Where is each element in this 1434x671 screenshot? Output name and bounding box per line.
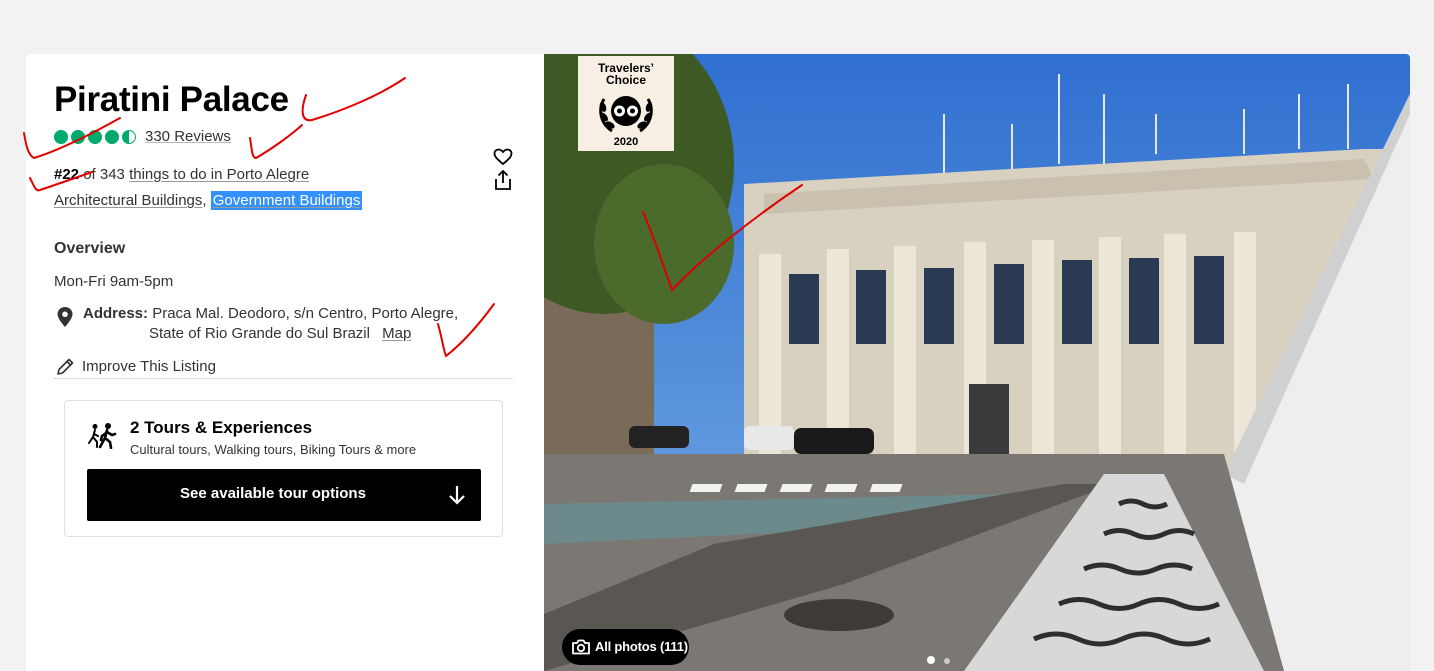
tours-subtitle: Cultural tours, Walking tours, Biking To…	[130, 442, 417, 457]
walking-people-icon	[88, 423, 117, 449]
tours-box: 2 Tours & Experiences Cultural tours, Wa…	[64, 400, 503, 537]
carousel-dot[interactable]	[944, 658, 950, 664]
address-text: Address: Praca Mal. Deodoro, s/n Centro,…	[83, 304, 503, 344]
map-pin-icon	[57, 307, 73, 327]
opening-hours: Mon-Fri 9am-5pm	[54, 273, 174, 290]
page-title: Piratini Palace	[54, 80, 289, 119]
tours-title: 2 Tours & Experiences	[130, 418, 313, 437]
rating-bubble-icon	[105, 129, 119, 144]
badge-title: Travelers’ Choice	[578, 62, 674, 86]
category-link-architectural[interactable]: Architectural Buildings	[54, 192, 202, 209]
address-label: Address:	[83, 305, 149, 322]
save-button[interactable]	[493, 148, 513, 171]
address-line-2: State of Rio Grande do Sul Brazil	[149, 325, 370, 342]
improve-listing-link[interactable]: Improve This Listing	[54, 356, 514, 379]
attraction-info-panel: Piratini Palace 330 Reviews #22 of 343 t…	[26, 54, 544, 671]
hero-photo[interactable]: Travelers’ Choice 2020 All photos (111)	[544, 54, 1410, 671]
things-to-do-link[interactable]: things to do in Porto Alegre	[129, 166, 309, 183]
rating-bubble-icon	[71, 129, 85, 144]
rating-half-bubble-icon	[122, 129, 136, 144]
overview-heading: Overview	[54, 240, 126, 257]
ranking-text: #22 of 343 things to do in Porto Alegre	[54, 166, 309, 183]
improve-listing-label: Improve This Listing	[82, 358, 216, 375]
category-separator: ,	[202, 192, 211, 209]
category-link-government[interactable]: Government Buildings	[210, 191, 363, 210]
see-tour-options-button[interactable]: See available tour options	[87, 469, 481, 521]
carousel-dots[interactable]	[927, 651, 959, 669]
map-link[interactable]: Map	[382, 325, 411, 342]
pencil-icon	[57, 358, 74, 375]
arrow-down-icon	[449, 486, 465, 505]
all-photos-label: All photos (111)	[595, 639, 688, 654]
share-button[interactable]	[493, 169, 513, 196]
categories: Architectural Buildings, Government Buil…	[54, 191, 363, 210]
reviews-link[interactable]: 330 Reviews	[145, 128, 231, 145]
rank-of: of 343	[79, 166, 130, 183]
carousel-dot-active[interactable]	[927, 656, 935, 664]
heart-icon	[493, 148, 513, 166]
all-photos-button[interactable]: All photos (111)	[562, 629, 689, 665]
attraction-card: Piratini Palace 330 Reviews #22 of 343 t…	[26, 54, 1410, 671]
share-icon	[495, 169, 511, 190]
rank-number: #22	[54, 166, 80, 183]
badge-year: 2020	[613, 136, 639, 148]
camera-icon	[572, 639, 590, 655]
see-tour-options-label: See available tour options	[180, 485, 366, 502]
rating-bubble-icon	[54, 129, 68, 144]
address-line-1: Praca Mal. Deodoro, s/n Centro, Porto Al…	[152, 305, 459, 322]
badge-title-line-2: Choice	[605, 73, 646, 87]
rating-bubble-icon	[88, 129, 102, 144]
travelers-choice-badge: Travelers’ Choice 2020	[578, 56, 674, 151]
rating-row[interactable]: 330 Reviews	[54, 128, 231, 145]
owl-laurel-icon	[599, 96, 653, 133]
